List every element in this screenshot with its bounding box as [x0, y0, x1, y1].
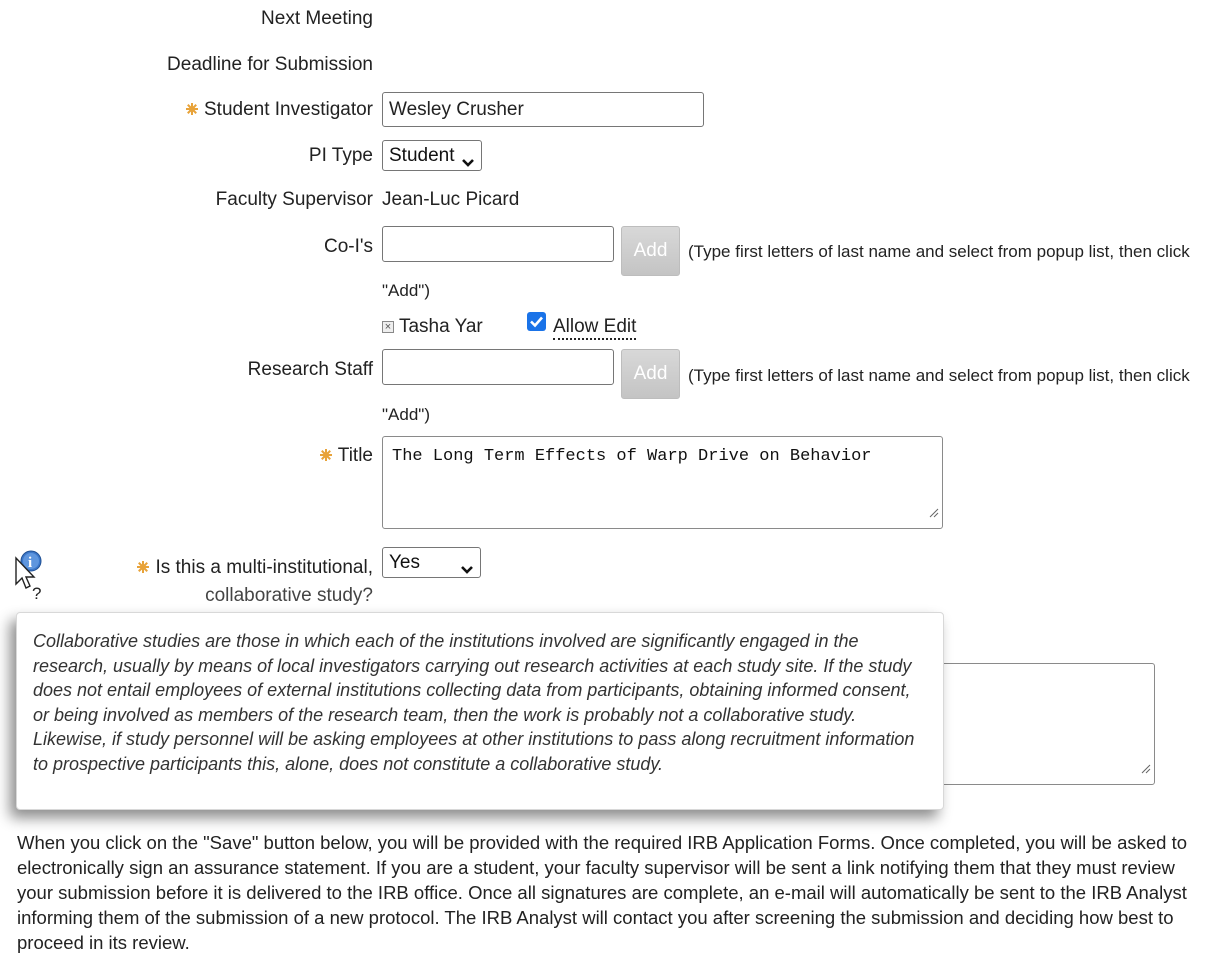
required-asterisk-icon: [137, 561, 150, 573]
check-icon: [530, 316, 543, 328]
title-label: Title: [319, 445, 373, 467]
coi-hint: (Type first letters of last name and sel…: [688, 242, 1190, 261]
title-label-text: Title: [337, 445, 373, 466]
multi-institutional-label: Is this a multi-institutional,: [137, 557, 373, 579]
multi-institutional-label-line2: collaborative study?: [205, 585, 373, 606]
student-investigator-input[interactable]: Wesley Crusher: [382, 92, 704, 127]
deadline-label: Deadline for Submission: [167, 54, 373, 75]
student-investigator-label-text: Student Investigator: [204, 99, 373, 120]
multi-institutional-selected: Yes: [389, 552, 420, 573]
remove-coi-icon[interactable]: ×: [382, 321, 394, 333]
pi-type-select[interactable]: Student: [382, 140, 482, 171]
help-tooltip: Collaborative studies are those in which…: [16, 612, 944, 810]
faculty-supervisor-value: Jean-Luc Picard: [382, 189, 520, 210]
title-textarea[interactable]: The Long Term Effects of Warp Drive on B…: [382, 436, 943, 529]
title-value: The Long Term Effects of Warp Drive on B…: [392, 447, 872, 466]
staff-hint: (Type first letters of last name and sel…: [688, 366, 1190, 385]
coi-name: Tasha Yar: [398, 316, 483, 337]
svg-text:?: ?: [32, 584, 41, 603]
multi-institutional-select[interactable]: Yes: [382, 547, 481, 578]
chevron-down-icon: [460, 556, 474, 585]
allow-edit-checkbox[interactable]: [527, 312, 546, 331]
next-meeting-label: Next Meeting: [261, 8, 373, 29]
allow-edit-label[interactable]: Allow Edit: [553, 316, 637, 340]
add-coi-button[interactable]: Add: [621, 226, 680, 276]
pi-type-selected: Student: [389, 145, 455, 166]
research-staff-input[interactable]: [382, 349, 614, 385]
coi-hint-cont: "Add"): [382, 281, 430, 300]
chevron-down-icon: [461, 149, 475, 178]
co-is-label: Co-I's: [323, 236, 373, 257]
svg-text:i: i: [28, 555, 32, 571]
tooltip-text: Collaborative studies are those in which…: [33, 631, 915, 774]
co-is-input[interactable]: [382, 226, 614, 262]
help-cursor-icon: i ?: [12, 548, 52, 604]
student-investigator-label: Student Investigator: [186, 99, 373, 121]
resize-grip-icon[interactable]: [927, 505, 939, 525]
research-staff-label: Research Staff: [247, 359, 373, 380]
instructions-paragraph: When you click on the "Save" button belo…: [17, 832, 1187, 953]
coi-list-item: × Tasha Yar: [382, 316, 483, 338]
resize-grip-icon[interactable]: [1139, 761, 1151, 781]
multi-institutional-label-line1: Is this a multi-institutional,: [155, 557, 373, 578]
required-asterisk-icon: [186, 103, 198, 115]
staff-hint-cont: "Add"): [382, 405, 430, 424]
required-asterisk-icon: [319, 449, 332, 461]
faculty-supervisor-label: Faculty Supervisor: [215, 189, 373, 210]
add-staff-button[interactable]: Add: [621, 349, 680, 399]
pi-type-label: PI Type: [308, 145, 373, 166]
